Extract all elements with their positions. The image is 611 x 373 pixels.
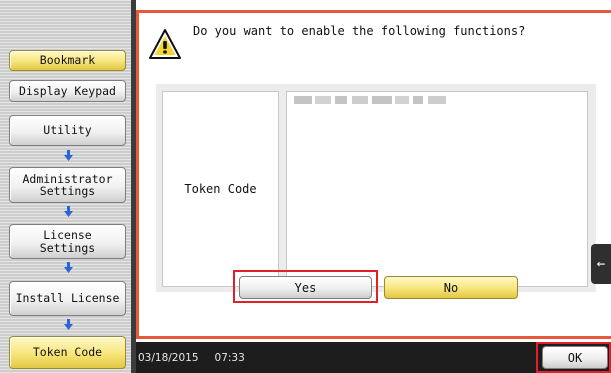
yes-button[interactable]: Yes: [239, 276, 372, 299]
token-code-value-cell: [286, 91, 588, 287]
ok-button[interactable]: OK: [542, 346, 608, 369]
display-keypad-button[interactable]: Display Keypad: [9, 80, 126, 102]
token-code-label: Token Code: [162, 91, 279, 287]
warning-triangle-icon: [149, 29, 181, 59]
arrow-down-icon: [64, 150, 73, 161]
arrow-down-icon: [64, 206, 73, 217]
side-panel-tab[interactable]: ←: [591, 244, 611, 284]
status-date: 03/18/2015: [138, 351, 199, 364]
masked-token-value: [294, 96, 446, 104]
breadcrumb-token-code-button[interactable]: Token Code: [9, 336, 126, 369]
arrow-left-icon: ←: [596, 256, 606, 272]
no-button[interactable]: No: [384, 276, 518, 299]
breadcrumb-install-license-button[interactable]: Install License: [9, 281, 126, 316]
status-time: 07:33: [214, 351, 245, 364]
breadcrumb-utility-button[interactable]: Utility: [9, 115, 126, 146]
arrow-down-icon: [64, 262, 73, 273]
breadcrumb-license-settings-button[interactable]: License Settings: [9, 224, 126, 259]
dialog-message: Do you want to enable the following func…: [193, 24, 526, 38]
breadcrumb-administrator-settings-button[interactable]: Administrator Settings: [9, 167, 126, 203]
status-bar: 03/18/2015 07:33: [136, 342, 536, 373]
arrow-down-icon: [64, 319, 73, 330]
bookmark-button[interactable]: Bookmark: [9, 50, 126, 71]
